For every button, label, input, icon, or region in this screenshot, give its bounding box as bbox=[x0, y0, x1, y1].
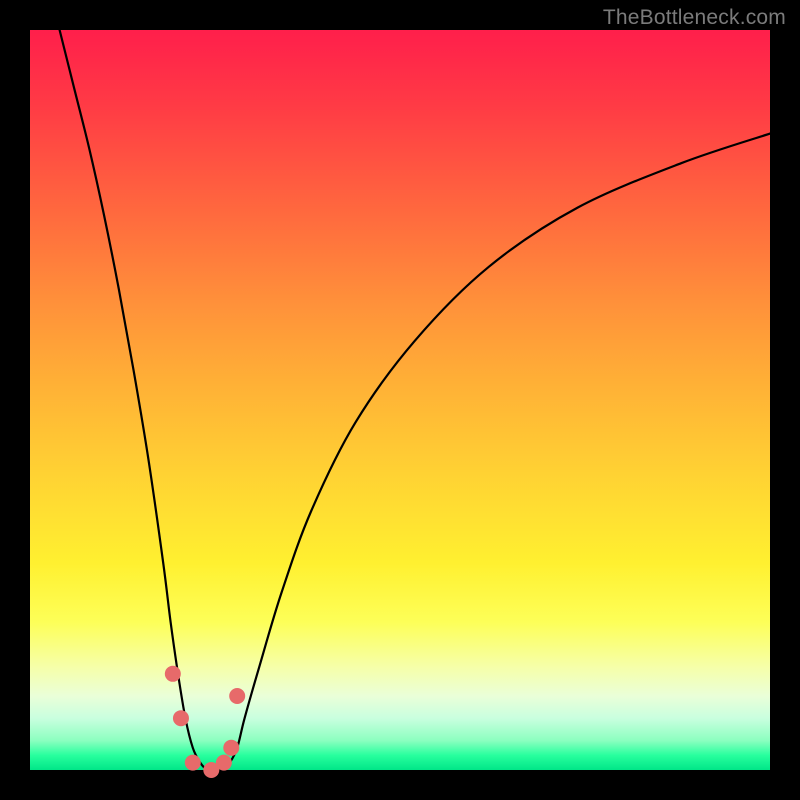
bottleneck-curve bbox=[60, 30, 770, 771]
chart-plot-area bbox=[30, 30, 770, 770]
shoulder-marker bbox=[165, 666, 181, 682]
shoulder-marker bbox=[229, 688, 245, 704]
shoulder-marker bbox=[216, 755, 232, 771]
chart-frame: TheBottleneck.com bbox=[0, 0, 800, 800]
shoulder-marker bbox=[173, 710, 189, 726]
chart-svg bbox=[30, 30, 770, 770]
shoulder-marker bbox=[185, 755, 201, 771]
shoulder-marker bbox=[223, 740, 239, 756]
watermark-text: TheBottleneck.com bbox=[603, 6, 786, 30]
shoulder-markers bbox=[165, 666, 245, 778]
